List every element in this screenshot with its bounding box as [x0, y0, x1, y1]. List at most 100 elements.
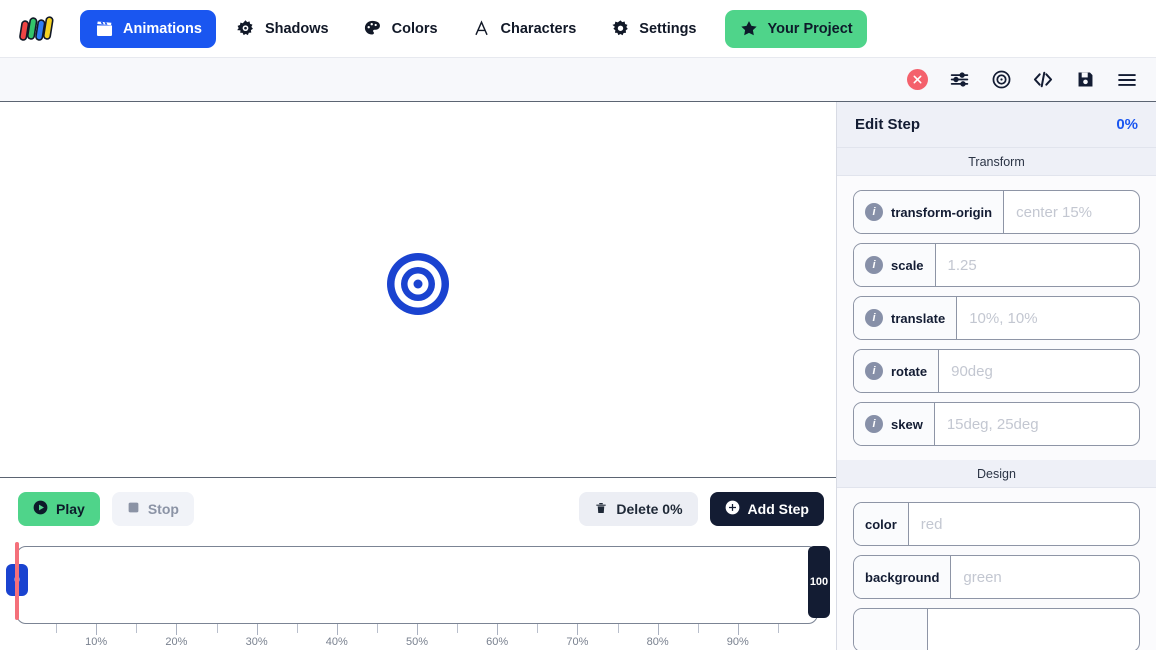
nav-item-shadows[interactable]: Shadows	[222, 10, 343, 48]
timeline-marker-end-label: 100	[809, 576, 829, 588]
animation-canvas[interactable]	[0, 102, 836, 478]
close-icon[interactable]	[907, 69, 928, 90]
panel-title: Edit Step	[855, 116, 921, 133]
section-heading: Design	[837, 460, 1156, 488]
timeline-tick-major	[737, 624, 739, 635]
nav-item-label: Settings	[639, 20, 697, 37]
nav-item-colors[interactable]: Colors	[349, 10, 452, 48]
input-background[interactable]	[951, 556, 1139, 598]
timeline-tick-label: 60%	[486, 636, 509, 648]
info-icon[interactable]: i	[865, 415, 883, 433]
panel-sections: Transformitransform-originiscaleitransla…	[837, 148, 1156, 650]
editor-body: Play Stop Delete 0% Add Step 100 10% 20%…	[0, 102, 1156, 650]
field-label: i scale	[854, 244, 936, 286]
field-label-text: skew	[891, 416, 923, 432]
timeline-tick-major	[96, 624, 98, 635]
field-translate[interactable]: i translate	[853, 296, 1140, 340]
field-transform-origin[interactable]: i transform-origin	[853, 190, 1140, 234]
timeline-tick-minor	[537, 624, 539, 633]
field-label-text: translate	[891, 310, 946, 326]
field-label-text: rotate	[891, 363, 928, 379]
timeline-tick-major	[657, 624, 659, 635]
delete-step-button[interactable]: Delete 0%	[579, 492, 698, 526]
sun-gear-icon	[236, 19, 256, 39]
left-column: Play Stop Delete 0% Add Step 100 10% 20%…	[0, 102, 836, 650]
your-project-button[interactable]: Your Project	[724, 9, 867, 48]
hamburger-menu-icon[interactable]	[1116, 69, 1138, 91]
gear-icon	[610, 19, 630, 39]
field-input[interactable]	[928, 609, 1139, 650]
section-heading: Transform	[837, 148, 1156, 176]
timeline-tick-label: 80%	[646, 636, 669, 648]
info-icon[interactable]: i	[865, 362, 883, 380]
target-shape[interactable]	[386, 252, 450, 321]
letter-a-icon	[472, 19, 492, 39]
palette-icon	[363, 19, 383, 39]
nav-item-animations[interactable]: Animations	[80, 9, 216, 48]
input-scale[interactable]	[935, 244, 1139, 286]
edit-step-panel: Edit Step 0% Transformitransform-origini…	[836, 102, 1156, 650]
field-background[interactable]: background	[853, 555, 1140, 599]
field-skew[interactable]: i skew	[853, 402, 1140, 446]
timeline-tick-major	[497, 624, 499, 635]
playback-bar: Play Stop Delete 0% Add Step	[0, 478, 836, 540]
play-button[interactable]: Play	[18, 492, 100, 526]
star-icon	[739, 19, 759, 39]
timeline[interactable]: 0 100 10%20%30%40%50%60%70%80%90%	[0, 540, 836, 650]
timeline-tick-label: 50%	[405, 636, 429, 648]
timeline-track[interactable]	[16, 546, 818, 624]
nav-item-settings[interactable]: Settings	[596, 10, 710, 48]
sliders-icon[interactable]	[948, 69, 970, 91]
timeline-tick-minor	[296, 624, 298, 633]
timeline-tick-major	[336, 624, 338, 635]
info-icon[interactable]: i	[865, 256, 883, 274]
field-label-text: background	[865, 569, 940, 585]
play-label: Play	[56, 501, 85, 517]
add-step-button[interactable]: Add Step	[709, 492, 824, 526]
timeline-tick-label: 20%	[165, 636, 188, 648]
app-root: Animations Shadows Colors Characters Set…	[0, 0, 1156, 650]
nav-item-label: Animations	[123, 20, 202, 37]
input-color[interactable]	[908, 503, 1139, 545]
target-icon[interactable]	[990, 69, 1012, 91]
save-icon[interactable]	[1074, 69, 1096, 91]
input-skew[interactable]	[934, 403, 1139, 445]
field-scale[interactable]: i scale	[853, 243, 1140, 287]
field-row[interactable]	[853, 608, 1140, 650]
your-project-label: Your Project	[767, 20, 853, 37]
info-icon[interactable]: i	[865, 309, 883, 327]
field-rotate[interactable]: i rotate	[853, 349, 1140, 393]
field-label: color	[854, 503, 909, 545]
field-color[interactable]: color	[853, 502, 1140, 546]
section-fields: color background	[837, 488, 1156, 650]
timeline-playhead[interactable]	[15, 542, 19, 620]
timeline-tick-label: 90%	[726, 636, 749, 648]
editor-toolbar	[0, 58, 1156, 102]
top-navigation: Animations Shadows Colors Characters Set…	[0, 0, 1156, 58]
timeline-tick-minor	[617, 624, 619, 633]
play-icon	[33, 500, 48, 518]
timeline-tick-minor	[136, 624, 138, 633]
app-logo[interactable]	[16, 12, 60, 46]
timeline-marker-end[interactable]: 100	[808, 546, 830, 618]
input-transform-origin[interactable]	[1004, 191, 1139, 233]
nav-item-label: Shadows	[264, 20, 329, 37]
input-rotate[interactable]	[939, 350, 1139, 392]
timeline-tick-label: 40%	[325, 636, 348, 648]
code-icon[interactable]	[1032, 69, 1054, 91]
field-label	[854, 609, 928, 650]
timeline-tick-minor	[697, 624, 699, 633]
section-fields: itransform-originiscaleitranslateirotate…	[837, 176, 1156, 446]
stop-button[interactable]: Stop	[111, 492, 194, 526]
timeline-tick-minor	[457, 624, 459, 633]
field-label: i rotate	[854, 350, 940, 392]
timeline-tick-label: 10%	[85, 636, 108, 648]
add-step-label: Add Step	[747, 501, 809, 517]
field-label-text: color	[865, 516, 897, 532]
timeline-tick-major	[176, 624, 178, 635]
info-icon[interactable]: i	[865, 203, 883, 221]
input-translate[interactable]	[957, 297, 1139, 339]
nav-item-characters[interactable]: Characters	[458, 10, 591, 48]
timeline-tick-major	[577, 624, 579, 635]
